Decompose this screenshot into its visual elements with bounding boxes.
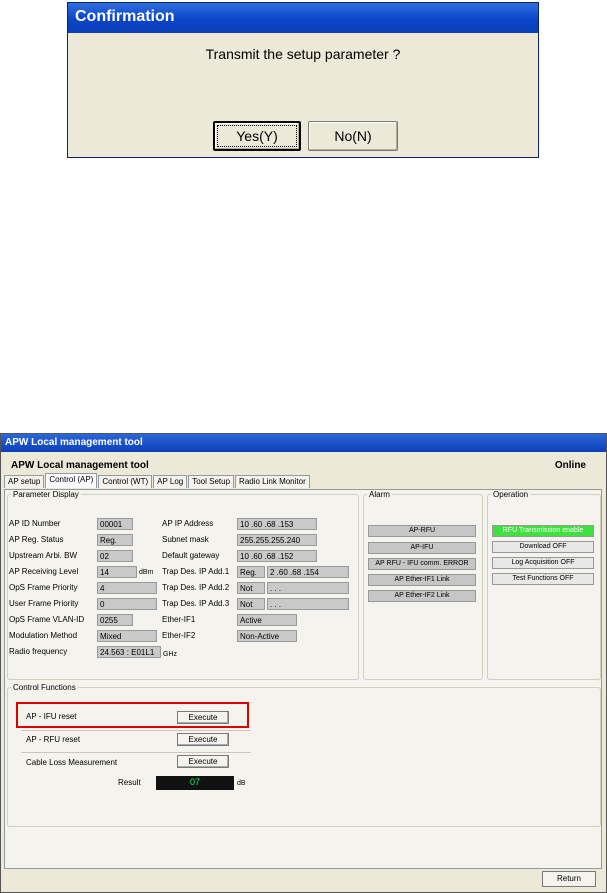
param-value: 0255	[97, 614, 133, 626]
operation-indicator: RFU Transmission enable	[492, 525, 594, 537]
app-header: APW Local management tool Online	[1, 452, 606, 471]
alarm-indicator: AP-IFU	[368, 542, 476, 554]
param-value: 00001	[97, 518, 133, 530]
operation-legend: Operation	[493, 490, 529, 499]
control-functions-legend: Control Functions	[13, 683, 76, 692]
window-title: APW Local management tool	[1, 434, 606, 452]
param-label: Ether-IF1	[162, 615, 196, 624]
dialog-title: Confirmation	[68, 3, 538, 33]
param-value: Mixed	[97, 630, 157, 642]
trap-ip-value: . . .	[267, 598, 349, 610]
alarm-indicator: AP Ether-IF2 Link	[368, 590, 476, 602]
param-label: Trap Des. IP Add.3	[162, 599, 230, 608]
app-window: APW Local management tool APW Local mana…	[0, 433, 607, 893]
param-value: Reg.	[97, 534, 133, 546]
param-value: 0	[97, 598, 157, 610]
param-value: 10 .60 .68 .153	[237, 518, 317, 530]
param-value: 02	[97, 550, 133, 562]
result-unit: dB	[237, 780, 246, 787]
rfu-reset-execute-button[interactable]: Execute	[177, 733, 229, 746]
divider	[21, 730, 251, 731]
tab-ap-log[interactable]: AP Log	[153, 475, 188, 488]
control-row-label: AP - RFU reset	[26, 735, 81, 744]
tab-tool-setup[interactable]: Tool Setup	[188, 475, 235, 488]
tab-ap-setup[interactable]: AP setup	[4, 475, 45, 488]
operation-group: Operation	[487, 490, 601, 680]
connection-status: Online	[554, 460, 586, 471]
param-value: Active	[237, 614, 297, 626]
alarm-indicator: AP Ether-IF1 Link	[368, 574, 476, 586]
operation-indicator: Download OFF	[492, 541, 594, 553]
param-label: Radio frequency	[9, 647, 68, 656]
param-label: Ether-IF2	[162, 631, 196, 640]
operation-indicator: Test Functions OFF	[492, 573, 594, 585]
param-label: Trap Des. IP Add.2	[162, 583, 230, 592]
param-value: 10 .60 .68 .152	[237, 550, 317, 562]
alarm-indicator: AP-RFU	[368, 525, 476, 537]
divider	[21, 752, 251, 753]
result-label: Result	[118, 778, 141, 787]
param-label: AP ID Number	[9, 519, 61, 528]
alarm-legend: Alarm	[369, 490, 390, 499]
confirmation-dialog: Confirmation Transmit the setup paramete…	[67, 2, 539, 158]
param-value: Not	[237, 582, 265, 594]
yes-button[interactable]: Yes(Y)	[213, 121, 301, 151]
tab-bar: AP setup Control (AP) Control (WT) AP Lo…	[4, 473, 311, 488]
param-label: Trap Des. IP Add.1	[162, 567, 230, 576]
tab-radio-link-monitor[interactable]: Radio Link Monitor	[235, 475, 310, 488]
param-label: AP Reg. Status	[9, 535, 64, 544]
cable-loss-execute-button[interactable]: Execute	[177, 755, 229, 768]
param-value: 255.255.255.240	[237, 534, 317, 546]
param-label: Modulation Method	[9, 631, 78, 640]
param-value: Reg.	[237, 566, 265, 578]
operation-indicator: Log Acquisition OFF	[492, 557, 594, 569]
control-row-label: Cable Loss Measurement	[26, 758, 118, 767]
tab-control-ap[interactable]: Control (AP)	[45, 473, 98, 488]
param-label: User Frame Priority	[9, 599, 79, 608]
app-title: APW Local management tool	[11, 460, 149, 471]
parameter-display-legend: Parameter Display	[13, 490, 79, 499]
trap-ip-value: 2 .60 .68 .154	[267, 566, 349, 578]
param-label: AP Receiving Level	[9, 567, 79, 576]
param-value: Non-Active	[237, 630, 297, 642]
param-unit: GHz	[163, 651, 177, 658]
param-label: OpS Frame Priority	[9, 583, 78, 592]
param-label: AP IP Address	[162, 519, 214, 528]
dialog-message: Transmit the setup parameter ?	[205, 46, 401, 62]
param-value: Not	[237, 598, 265, 610]
tab-panel: Parameter Display AP ID Number 00001 AP …	[4, 489, 602, 869]
return-button[interactable]: Return	[542, 871, 596, 887]
param-value: 14	[97, 566, 137, 578]
param-unit: dBm	[139, 569, 154, 576]
highlight-box	[16, 702, 249, 728]
param-value: 4	[97, 582, 157, 594]
alarm-indicator: AP RFU - IFU comm. ERROR	[368, 558, 476, 570]
param-value: 24.563 : E01L1	[97, 646, 161, 658]
result-display: 07	[156, 776, 234, 790]
trap-ip-value: . . .	[267, 582, 349, 594]
no-button[interactable]: No(N)	[308, 121, 398, 151]
param-label: OpS Frame VLAN-ID	[9, 615, 85, 624]
param-label: Upstream Arbi. BW	[9, 551, 78, 560]
param-label: Subnet mask	[162, 535, 209, 544]
param-label: Default gateway	[162, 551, 220, 560]
tab-control-wt[interactable]: Control (WT)	[98, 475, 153, 488]
